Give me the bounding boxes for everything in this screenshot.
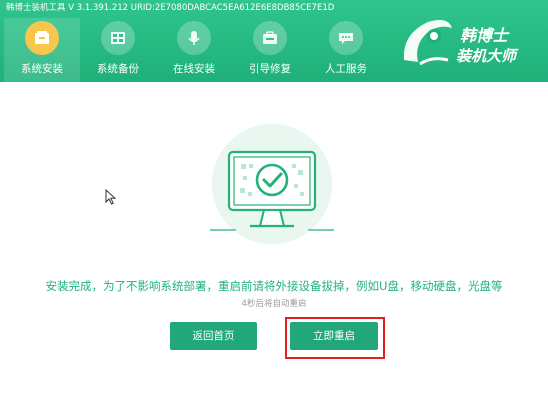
header-bar: 韩博士装机工具 V 3.1.391.212 URID:2E7080DABCAC5… — [0, 0, 548, 82]
restart-button-highlight — [285, 317, 385, 359]
nav-item-online-install[interactable]: 在线安装 — [156, 18, 232, 82]
backup-icon — [101, 21, 135, 55]
nav-item-system-backup[interactable]: 系统备份 — [80, 18, 156, 82]
install-complete-message: 安装完成，为了不影响系统部署，重启前请将外接设备拔掉，例如U盘，移动硬盘，光盘等 — [45, 279, 503, 293]
nav-item-system-install[interactable]: 系统安装 — [4, 18, 80, 82]
window-title: 韩博士装机工具 V 3.1.391.212 URID:2E7080DABCAC5… — [6, 3, 335, 13]
brand-logo: 韩博士 装机大师 — [398, 16, 528, 70]
brand-mascot-icon — [403, 20, 452, 66]
nav-label-online-install: 在线安装 — [173, 63, 215, 75]
brand-name-line1: 韩博士 — [460, 26, 509, 45]
boot-repair-icon — [253, 21, 287, 55]
return-home-button[interactable]: 返回首页 — [170, 322, 257, 350]
installer-window: 韩博士装机工具 V 3.1.391.212 URID:2E7080DABCAC5… — [0, 0, 548, 398]
nav-label-manual-service: 人工服务 — [325, 63, 367, 75]
online-install-icon — [177, 21, 211, 55]
nav-item-manual-service[interactable]: 人工服务 — [308, 18, 384, 82]
nav-item-boot-repair[interactable]: 引导修复 — [232, 18, 308, 82]
install-icon — [25, 21, 59, 55]
chat-service-icon — [329, 21, 363, 55]
nav-label-system-backup: 系统备份 — [97, 63, 139, 75]
nav-label-boot-repair: 引导修复 — [249, 63, 291, 75]
nav-label-system-install: 系统安装 — [21, 63, 63, 75]
brand-name-line2: 装机大师 — [456, 47, 517, 65]
auto-restart-countdown: 4秒后将自动重启 — [241, 299, 307, 309]
install-complete-monitor-icon — [210, 124, 334, 244]
mouse-cursor-icon — [105, 189, 116, 205]
